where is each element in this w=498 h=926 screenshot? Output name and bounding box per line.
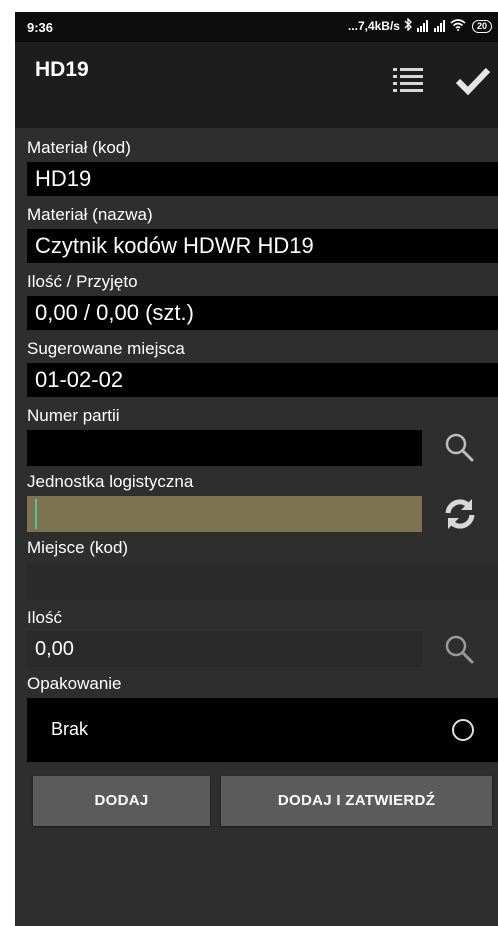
text-cursor: [35, 499, 37, 529]
packaging-option[interactable]: Brak: [27, 698, 498, 762]
page-title: HD19: [35, 58, 89, 81]
refresh-icon[interactable]: [442, 496, 478, 532]
bluetooth-icon: [403, 17, 413, 34]
add-button[interactable]: DODAJ: [33, 776, 210, 826]
signal-icon: [433, 20, 447, 32]
search-icon[interactable]: [442, 632, 478, 668]
wifi-icon: [450, 18, 466, 34]
suggested-locations-label: Sugerowane miejsca: [27, 339, 185, 358]
quantity-label: Ilość: [27, 608, 62, 627]
material-name-value: Czytnik kodów HDWR HD19: [27, 229, 498, 263]
network-speed: ...7,4kB/s: [347, 19, 400, 33]
batch-number-input[interactable]: [27, 430, 422, 466]
status-bar: 9:36 ...7,4kB/s 20: [15, 12, 498, 42]
location-code-label: Miejsce (kod): [27, 538, 129, 557]
add-and-confirm-button[interactable]: DODAJ I ZATWIERDŹ: [221, 776, 492, 826]
app-bar: [15, 42, 498, 128]
batch-number-label: Numer partii: [27, 406, 120, 425]
material-name-label: Materiał (nazwa): [27, 205, 153, 224]
packaging-label: Opakowanie: [27, 674, 122, 693]
quantity-input[interactable]: 0,00: [27, 631, 422, 667]
status-time: 9:36: [27, 20, 54, 35]
list-icon[interactable]: [391, 64, 425, 98]
battery-icon: 20: [471, 19, 492, 33]
app-screen: 9:36 ...7,4kB/s 20 HD19 Materiał (kod) H…: [15, 12, 498, 926]
logistic-unit-input[interactable]: [27, 496, 422, 532]
suggested-locations-value: 01-02-02: [27, 363, 498, 397]
search-icon[interactable]: [442, 430, 478, 466]
quantity-received-label: Ilość / Przyjęto: [27, 272, 138, 291]
radio-button[interactable]: [452, 719, 474, 741]
location-code-input[interactable]: [27, 564, 498, 600]
status-indicators: ...7,4kB/s 20: [347, 17, 492, 34]
check-icon[interactable]: [453, 64, 493, 98]
quantity-received-value: 0,00 / 0,00 (szt.): [27, 296, 498, 330]
logistic-unit-label: Jednostka logistyczna: [27, 472, 194, 491]
packaging-option-label: Brak: [51, 719, 89, 739]
signal-icon: [416, 20, 430, 32]
material-code-value: HD19: [27, 162, 498, 196]
material-code-label: Materiał (kod): [27, 138, 131, 157]
